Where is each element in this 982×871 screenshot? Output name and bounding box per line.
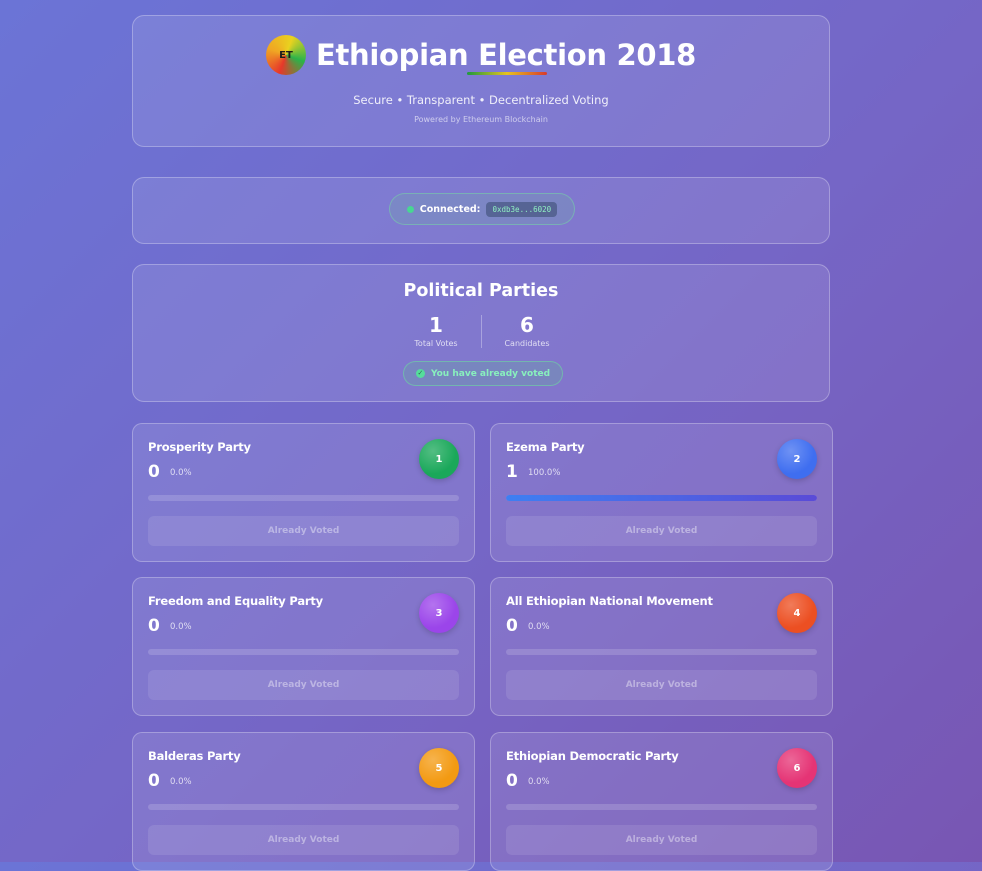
voted-status-badge: ✓ You have already voted — [403, 361, 563, 386]
candidates-value: 6 — [520, 313, 534, 337]
vote-progress-fill — [506, 495, 817, 501]
vote-progress-bar — [148, 495, 459, 501]
party-card: Ethiopian Democratic Party 0 0.0% 6 Alre… — [490, 732, 833, 871]
party-vote-percent: 100.0% — [528, 468, 561, 478]
party-card: Balderas Party 0 0.0% 5 Already Voted — [132, 732, 475, 871]
title-row: ET Ethiopian Election 2018 — [133, 35, 829, 75]
party-number-badge: 6 — [777, 748, 817, 788]
wallet-address: 0xdb3e...6020 — [486, 201, 558, 217]
party-name: Balderas Party — [148, 749, 241, 763]
party-vote-percent: 0.0% — [170, 777, 192, 787]
party-vote-count: 0 — [148, 771, 160, 791]
party-vote-count: 0 — [148, 462, 160, 482]
party-number-badge: 3 — [419, 593, 459, 633]
party-name: Freedom and Equality Party — [148, 594, 323, 608]
vote-button[interactable]: Already Voted — [148, 825, 459, 855]
vote-button[interactable]: Already Voted — [506, 670, 817, 700]
powered-by-text: Powered by Ethereum Blockchain — [414, 115, 548, 124]
party-vote-percent: 0.0% — [170, 622, 192, 632]
flag-underline — [467, 72, 547, 75]
party-name: Prosperity Party — [148, 440, 251, 454]
connected-dot-icon — [406, 205, 414, 213]
connection-card: Connected: 0xdb3e...6020 — [132, 177, 830, 244]
et-logo-icon: ET — [265, 35, 306, 75]
candidates-stat: 6 Candidates — [482, 313, 572, 348]
vote-progress-bar — [506, 804, 817, 810]
party-card: All Ethiopian National Movement 0 0.0% 4… — [490, 577, 833, 716]
party-vote-percent: 0.0% — [528, 777, 550, 787]
party-number-badge: 4 — [777, 593, 817, 633]
voted-status-text: You have already voted — [430, 368, 551, 379]
party-vote-count: 0 — [148, 616, 160, 636]
vote-button[interactable]: Already Voted — [506, 825, 817, 855]
party-vote-percent: 0.0% — [528, 622, 550, 632]
header-card: ET Ethiopian Election 2018 Secure • Tran… — [132, 15, 830, 147]
page-subtitle: Secure • Transparent • Decentralized Vot… — [353, 93, 609, 107]
wallet-connection-status: Connected: 0xdb3e...6020 — [389, 193, 575, 225]
party-number-badge: 2 — [777, 439, 817, 479]
vote-button[interactable]: Already Voted — [148, 516, 459, 546]
candidates-label: Candidates — [504, 339, 550, 348]
party-card: Freedom and Equality Party 0 0.0% 3 Alre… — [132, 577, 475, 716]
connection-label: Connected: — [419, 203, 481, 215]
vote-progress-bar — [148, 804, 459, 810]
total-votes-stat: 1 Total Votes — [391, 313, 481, 348]
party-card: Prosperity Party 0 0.0% 1 Already Voted — [132, 423, 475, 562]
total-votes-label: Total Votes — [414, 339, 458, 348]
party-number-badge: 5 — [419, 748, 459, 788]
party-vote-count: 0 — [506, 771, 518, 791]
section-title: Political Parties — [403, 281, 559, 301]
party-name: Ezema Party — [506, 440, 585, 454]
party-card: Ezema Party 1 100.0% 2 Already Voted — [490, 423, 833, 562]
party-number-badge: 1 — [419, 439, 459, 479]
party-vote-count: 1 — [506, 462, 518, 482]
vote-progress-bar — [506, 495, 817, 501]
stats-card: Political Parties 1 Total Votes 6 Candid… — [132, 264, 830, 402]
vote-progress-bar — [148, 649, 459, 655]
page-title: Ethiopian Election 2018 — [315, 38, 697, 72]
check-circle-icon: ✓ — [415, 369, 425, 378]
vote-progress-bar — [506, 649, 817, 655]
party-name: Ethiopian Democratic Party — [506, 749, 679, 763]
party-vote-count: 0 — [506, 616, 518, 636]
party-name: All Ethiopian National Movement — [506, 594, 713, 608]
total-votes-value: 1 — [429, 313, 443, 337]
party-vote-percent: 0.0% — [170, 468, 192, 478]
vote-button[interactable]: Already Voted — [148, 670, 459, 700]
vote-button[interactable]: Already Voted — [506, 516, 817, 546]
